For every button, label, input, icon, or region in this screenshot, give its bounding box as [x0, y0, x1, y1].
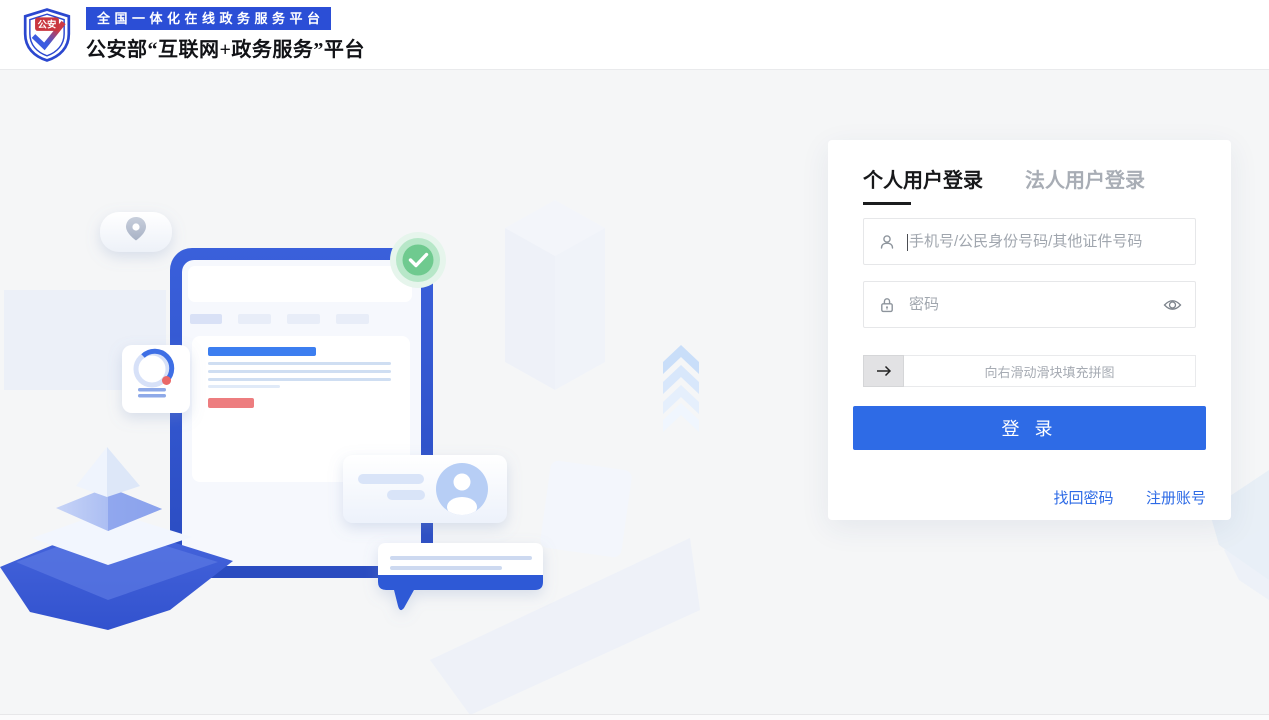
- tablet-illustration: [170, 248, 433, 578]
- register-link[interactable]: 注册账号: [1146, 490, 1206, 507]
- slider-arrow-icon: [875, 363, 893, 379]
- illustration: [0, 70, 760, 720]
- header: 公安 全国一体化在线政务服务平台 公安部“互联网+政务服务”平台: [0, 0, 1269, 70]
- forgot-password-link[interactable]: 找回密码: [1054, 490, 1114, 507]
- site-title: 公安部“互联网+政务服务”平台: [86, 33, 365, 62]
- header-text: 全国一体化在线政务服务平台 公安部“互联网+政务服务”平台: [86, 7, 365, 62]
- password-field[interactable]: [863, 281, 1196, 328]
- shield-logo-icon: 公安: [22, 8, 72, 62]
- location-pin-icon: [100, 212, 172, 252]
- speech-bubble-illustration: [378, 543, 543, 610]
- tab-personal-label: 个人用户登录: [863, 170, 983, 192]
- login-button[interactable]: 登 录: [853, 406, 1206, 450]
- platform-banner: 全国一体化在线政务服务平台: [86, 7, 331, 30]
- login-fields: 向右滑动滑块填充拼图: [828, 218, 1231, 387]
- login-links: 找回密码 注册账号: [828, 487, 1231, 508]
- page: 公安 全国一体化在线政务服务平台 公安部“互联网+政务服务”平台: [0, 0, 1269, 720]
- login-card: 个人用户登录 法人用户登录: [828, 140, 1231, 520]
- chevrons-up-icon: [663, 345, 699, 432]
- tab-personal-login[interactable]: 个人用户登录: [863, 170, 983, 205]
- slider-handle[interactable]: [863, 355, 904, 387]
- login-tabs: 个人用户登录 法人用户登录: [828, 140, 1231, 205]
- password-input[interactable]: [909, 282, 1149, 327]
- bg-iso-box: [505, 200, 605, 390]
- tab-corporate-login[interactable]: 法人用户登录: [1025, 170, 1145, 193]
- logo-label: 公安: [38, 18, 57, 29]
- account-input[interactable]: [909, 219, 1149, 264]
- check-badge-icon: [390, 232, 446, 288]
- user-icon: [879, 234, 895, 250]
- id-card-illustration: [343, 455, 507, 523]
- donut-chart-icon: [122, 345, 190, 413]
- account-field[interactable]: [863, 218, 1196, 265]
- footer-strip: [0, 714, 1269, 720]
- captcha-slider[interactable]: 向右滑动滑块填充拼图: [863, 355, 1196, 387]
- text-caret: [907, 234, 908, 251]
- slider-hint: 向右滑动滑块填充拼图: [904, 356, 1195, 386]
- eye-icon[interactable]: [1163, 298, 1182, 312]
- active-tab-underline: [863, 202, 911, 205]
- bg-tilted-card: [539, 460, 632, 559]
- lock-icon: [879, 297, 895, 313]
